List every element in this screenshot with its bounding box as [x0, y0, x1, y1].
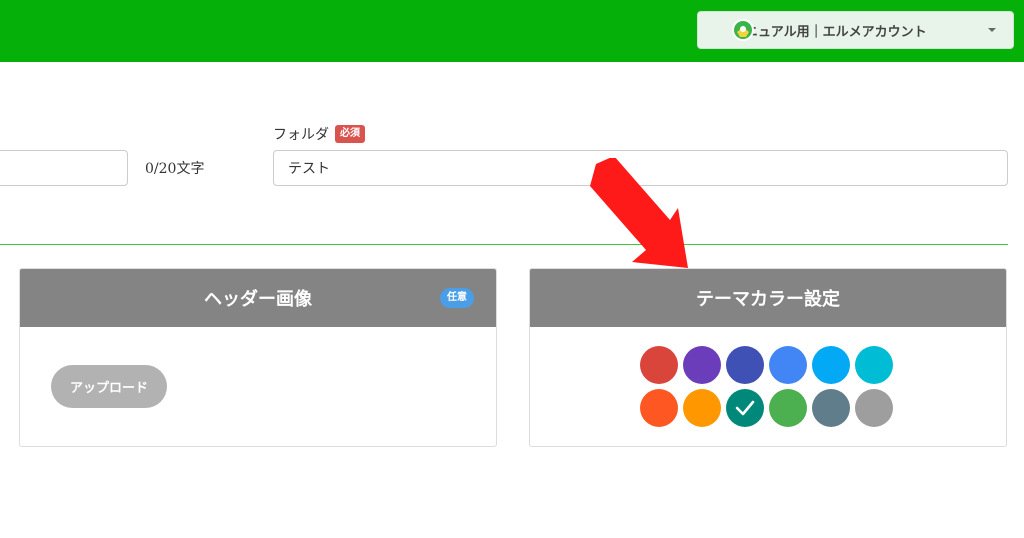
theme-color-title: テーマカラー設定	[696, 289, 840, 310]
annotation-arrow	[590, 158, 688, 268]
color-swatch[interactable]	[726, 346, 764, 384]
optional-badge: 任意	[440, 288, 474, 308]
color-swatch[interactable]	[726, 389, 764, 427]
color-swatch[interactable]	[769, 346, 807, 384]
required-badge: 必須	[335, 125, 365, 143]
color-swatch[interactable]	[769, 389, 807, 427]
name-input[interactable]	[0, 150, 128, 186]
theme-color-card: テーマカラー設定	[529, 268, 1007, 447]
character-counter: 0/20文字	[145, 161, 205, 177]
top-navigation-bar: マニュアル用｜エルメアカウント	[0, 0, 1024, 62]
upload-button-label: アップロード	[69, 381, 148, 396]
header-image-card: ヘッダー画像 任意 アップロード	[19, 268, 497, 447]
chevron-down-icon	[988, 28, 996, 32]
checkmark-icon	[735, 400, 755, 416]
color-swatch[interactable]	[640, 346, 678, 384]
header-image-title: ヘッダー画像	[204, 289, 312, 310]
section-divider	[0, 244, 1008, 245]
folder-field-label: フォルダ 必須	[273, 124, 365, 144]
color-swatch[interactable]	[855, 346, 893, 384]
color-swatch[interactable]	[812, 346, 850, 384]
account-avatar-icon	[732, 19, 754, 41]
upload-button[interactable]: アップロード	[51, 365, 167, 408]
color-swatch[interactable]	[640, 389, 678, 427]
color-swatch[interactable]	[812, 389, 850, 427]
folder-input-value: テスト	[288, 161, 330, 177]
color-swatch[interactable]	[855, 389, 893, 427]
color-swatch[interactable]	[683, 389, 721, 427]
folder-label-text: フォルダ	[273, 127, 329, 143]
color-swatch[interactable]	[683, 346, 721, 384]
header-image-card-header: ヘッダー画像 任意	[20, 269, 496, 327]
account-label: マニュアル用｜エルメアカウント	[732, 24, 927, 40]
